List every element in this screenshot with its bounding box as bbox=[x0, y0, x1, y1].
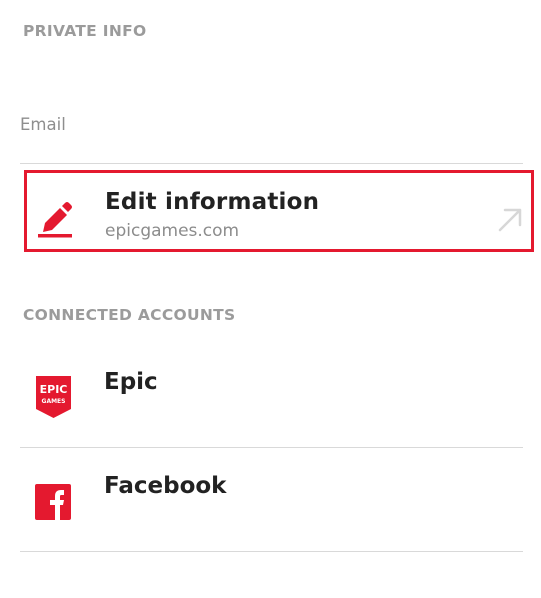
account-item-epic[interactable]: EPIC GAMES Epic bbox=[20, 366, 523, 436]
edit-information-button[interactable]: Edit information epicgames.com bbox=[24, 170, 534, 252]
facebook-icon bbox=[35, 484, 71, 520]
epic-logo-text-top: EPIC bbox=[40, 383, 68, 396]
pencil-icon bbox=[38, 202, 72, 238]
edit-information-subtitle: epicgames.com bbox=[105, 221, 240, 241]
divider bbox=[20, 163, 523, 164]
epic-logo-text-bottom: GAMES bbox=[42, 398, 66, 405]
account-name-facebook: Facebook bbox=[104, 473, 227, 499]
account-item-facebook[interactable]: Facebook bbox=[20, 470, 523, 540]
divider bbox=[20, 551, 523, 552]
epic-games-logo-icon: EPIC GAMES bbox=[36, 376, 71, 418]
connected-accounts-header: CONNECTED ACCOUNTS bbox=[23, 306, 236, 324]
account-name-epic: Epic bbox=[104, 369, 158, 395]
email-label: Email bbox=[20, 115, 66, 134]
edit-information-title: Edit information bbox=[105, 189, 320, 215]
external-link-arrow-icon bbox=[498, 208, 522, 232]
divider bbox=[20, 447, 523, 448]
private-info-header: PRIVATE INFO bbox=[23, 22, 147, 40]
